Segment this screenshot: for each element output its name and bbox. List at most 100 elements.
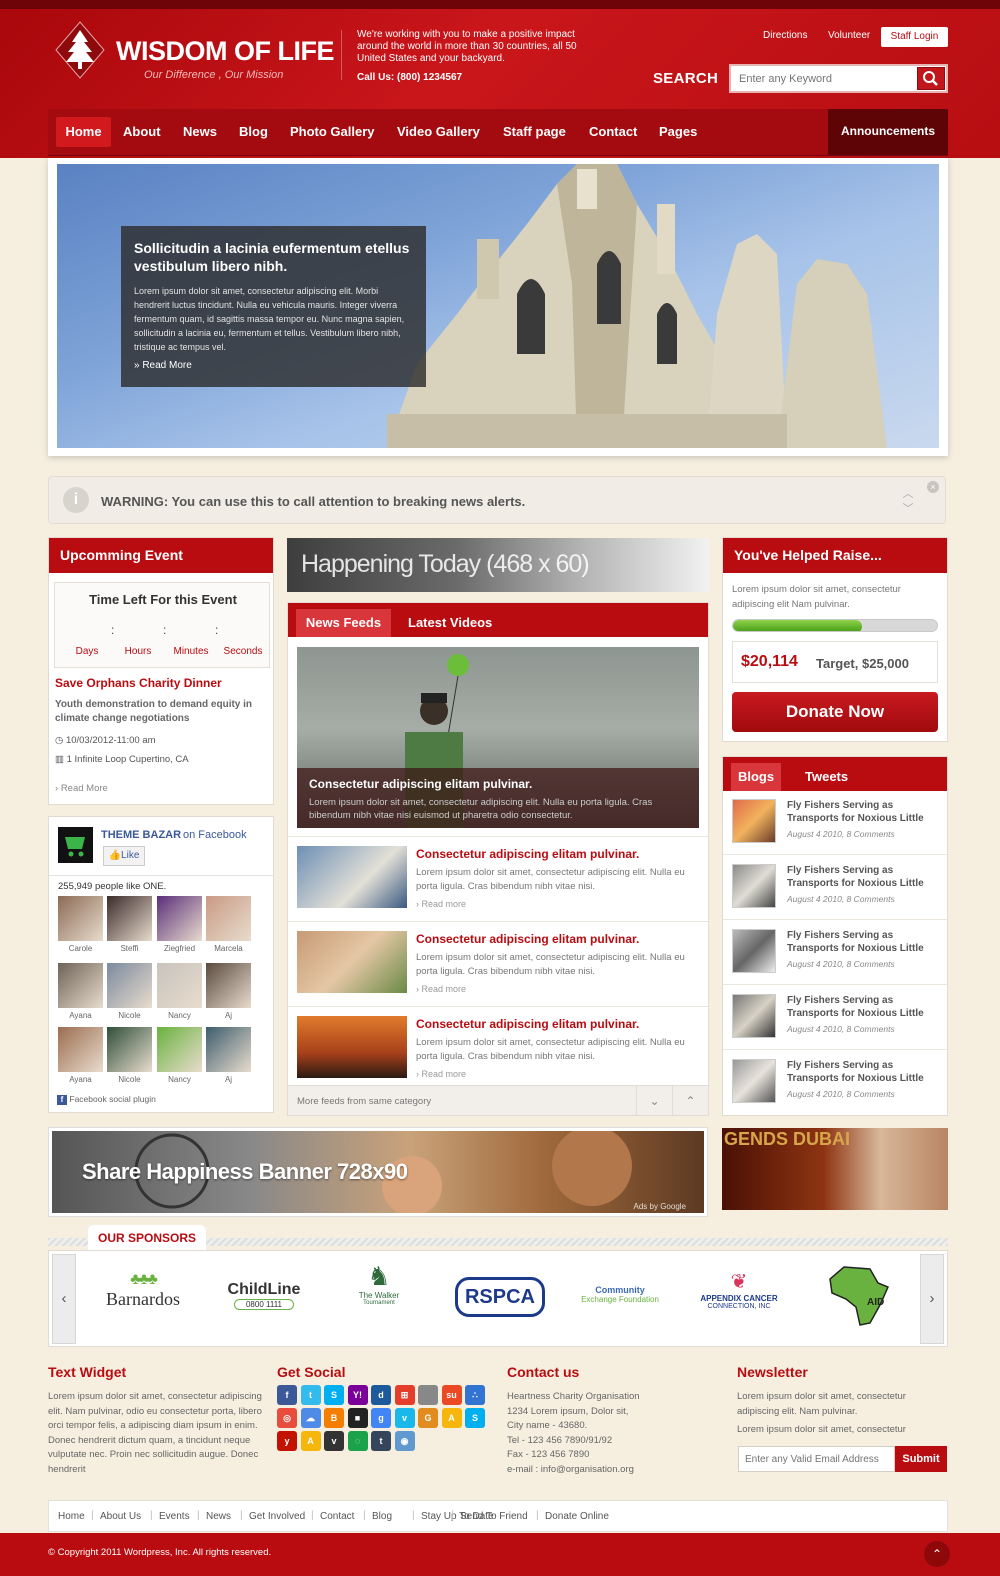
gowalla-icon[interactable]: G [418,1408,438,1428]
news-thumbnail[interactable] [297,931,407,993]
facebook-on-label[interactable]: on Facebook [183,829,247,841]
footer-link[interactable]: Send To Friend [460,1511,528,1522]
theme-bazar-logo[interactable] [58,827,93,863]
footer-link[interactable]: News [206,1511,231,1522]
facebook-fan-name[interactable]: Nancy [157,1075,202,1084]
nav-item-news[interactable]: News [183,109,217,155]
slide-title[interactable]: Sollicitudin a lacinia eufermentum etell… [134,239,414,275]
ads-by-google-label[interactable]: Ads by Google [634,1202,686,1211]
tab-tweets[interactable]: Tweets [805,763,848,791]
blog-title[interactable]: Fly Fishers Serving as Transports for No… [787,864,942,890]
sponsor-childline-logo[interactable]: ChildLine 0800 1111 [219,1261,309,1337]
news-title[interactable]: Consectetur adipiscing elitam pulvinar. [416,847,639,861]
facebook-fan-name[interactable]: Ayana [58,1011,103,1020]
newsletter-submit-button[interactable]: Submit [895,1446,947,1472]
facebook-fan-name[interactable]: Aj [206,1011,251,1020]
chevron-left-icon[interactable]: ‹ [52,1254,76,1344]
share-happiness-banner[interactable]: Share Happiness Banner 728x90 Ads by Goo… [48,1127,708,1217]
delicious-icon[interactable]: ∴ [465,1385,485,1405]
facebook-fan-avatar[interactable] [58,963,103,1008]
picasa-icon[interactable]: ◎ [277,1408,297,1428]
facebook-fan-name[interactable]: Aj [206,1075,251,1084]
footer-link[interactable]: Home [58,1511,85,1522]
digg-icon[interactable]: d [371,1385,391,1405]
slide-read-more-link[interactable]: » Read More [134,360,192,371]
facebook-fan-name[interactable]: Steffi [107,944,152,953]
newsletter-email-input[interactable] [738,1446,895,1472]
sponsor-appendix-cancer-logo[interactable]: ❦ APPENDIX CANCER CONNECTION, INC [689,1261,789,1337]
featured-news-title[interactable]: Consectetur adipiscing elitam pulvinar. [309,777,532,791]
chevron-down-icon[interactable]: ﹀ [901,500,915,516]
news-read-more-link[interactable]: › Read more [416,899,466,909]
nav-item-video-gallery[interactable]: Video Gallery [397,109,480,155]
facebook-fan-name[interactable]: Nicole [107,1011,152,1020]
facebook-fan-avatar[interactable] [107,896,152,941]
facebook-page-name[interactable]: THEME BAZAR [101,829,181,841]
facebook-like-button[interactable]: 👍Like [103,846,145,866]
blog-title[interactable]: Fly Fishers Serving as Transports for No… [787,994,942,1020]
back-to-top-icon[interactable]: ⌃ [924,1541,950,1567]
facebook-plugin-label[interactable]: f Facebook social plugin [57,1094,156,1105]
facebook-fan-avatar[interactable] [206,1027,251,1072]
footer-link[interactable]: Contact [320,1511,354,1522]
nav-item-contact[interactable]: Contact [589,109,637,155]
search-button[interactable] [917,67,945,90]
event-read-more-link[interactable]: › Read More [55,783,108,794]
nav-item-staff-page[interactable]: Staff page [503,109,566,155]
sponsor-rspca-logo[interactable]: RSPCA [455,1261,545,1337]
footer-link[interactable]: Donate Online [545,1511,609,1522]
nav-item-blog[interactable]: Blog [239,109,268,155]
aim-icon[interactable]: A [441,1408,462,1428]
facebook-icon[interactable]: f [277,1385,297,1405]
facebook-fan-name[interactable]: Ziegfried [157,944,202,953]
sponsor-walker-logo[interactable]: ♞ The Walker Tournament [349,1261,409,1337]
facebook-fan-avatar[interactable] [157,1027,202,1072]
tab-blogs[interactable]: Blogs [731,763,781,791]
donate-now-button[interactable]: Donate Now [732,692,938,732]
chevron-up-icon[interactable]: ︿ [901,485,915,501]
yahoo-icon[interactable]: Y! [347,1385,368,1405]
facebook-fan-avatar[interactable] [58,1027,103,1072]
news-read-more-link[interactable]: › Read more [416,984,466,994]
facebook-fan-avatar[interactable] [206,896,251,941]
facebook-fan-name[interactable]: Ayana [58,1075,103,1084]
blogger-icon[interactable]: B [324,1408,344,1428]
facebook-fan-avatar[interactable] [206,963,251,1008]
vimeo-icon[interactable]: v [394,1408,415,1428]
volunteer-link[interactable]: Volunteer [828,30,870,41]
twitter-icon[interactable]: t [300,1385,321,1405]
close-icon[interactable]: × [927,481,939,493]
site-title[interactable]: WISDOM OF LIFE [116,36,334,67]
facebook-fan-name[interactable]: Nancy [157,1011,202,1020]
blog-thumbnail[interactable] [732,799,776,843]
search-input[interactable] [731,66,916,91]
contact-email[interactable]: e-mail : info@organisation.org [507,1463,717,1478]
facebook-fan-avatar[interactable] [157,896,202,941]
news-read-more-link[interactable]: › Read more [416,1069,466,1079]
skype-icon[interactable]: S [465,1408,485,1428]
facebook-fan-avatar[interactable] [107,1027,152,1072]
facebook-fan-avatar[interactable] [107,963,152,1008]
directions-link[interactable]: Directions [763,30,807,41]
delicious-icon[interactable]: ■ [347,1408,368,1428]
blog-title[interactable]: Fly Fishers Serving as Transports for No… [787,799,942,825]
footer-link[interactable]: Blog [372,1511,392,1522]
google-icon[interactable]: g [371,1408,391,1428]
featured-news-image[interactable]: Consectetur adipiscing elitam pulvinar. … [297,647,699,828]
facebook-fan-name[interactable]: Nicole [107,1075,152,1084]
news-title[interactable]: Consectetur adipiscing elitam pulvinar. [416,932,639,946]
cloud-icon[interactable]: ☁ [300,1408,321,1428]
blog-title[interactable]: Fly Fishers Serving as Transports for No… [787,1059,942,1085]
facebook-fan-avatar[interactable] [58,896,103,941]
footer-link[interactable]: About Us [100,1511,141,1522]
footer-link[interactable]: Events [159,1511,190,1522]
viddler-icon[interactable]: v [324,1431,344,1451]
tab-latest-videos[interactable]: Latest Videos [408,609,492,637]
tree-logo-icon[interactable] [52,20,108,80]
reddit-icon[interactable]: ◉ [394,1431,415,1451]
chevron-right-icon[interactable]: › [920,1254,944,1344]
windows-icon[interactable]: ⊞ [394,1385,415,1405]
apple-icon[interactable] [418,1385,438,1405]
tumblr-icon[interactable]: t [371,1431,391,1451]
chevron-down-icon[interactable]: ⌄ [636,1086,672,1116]
